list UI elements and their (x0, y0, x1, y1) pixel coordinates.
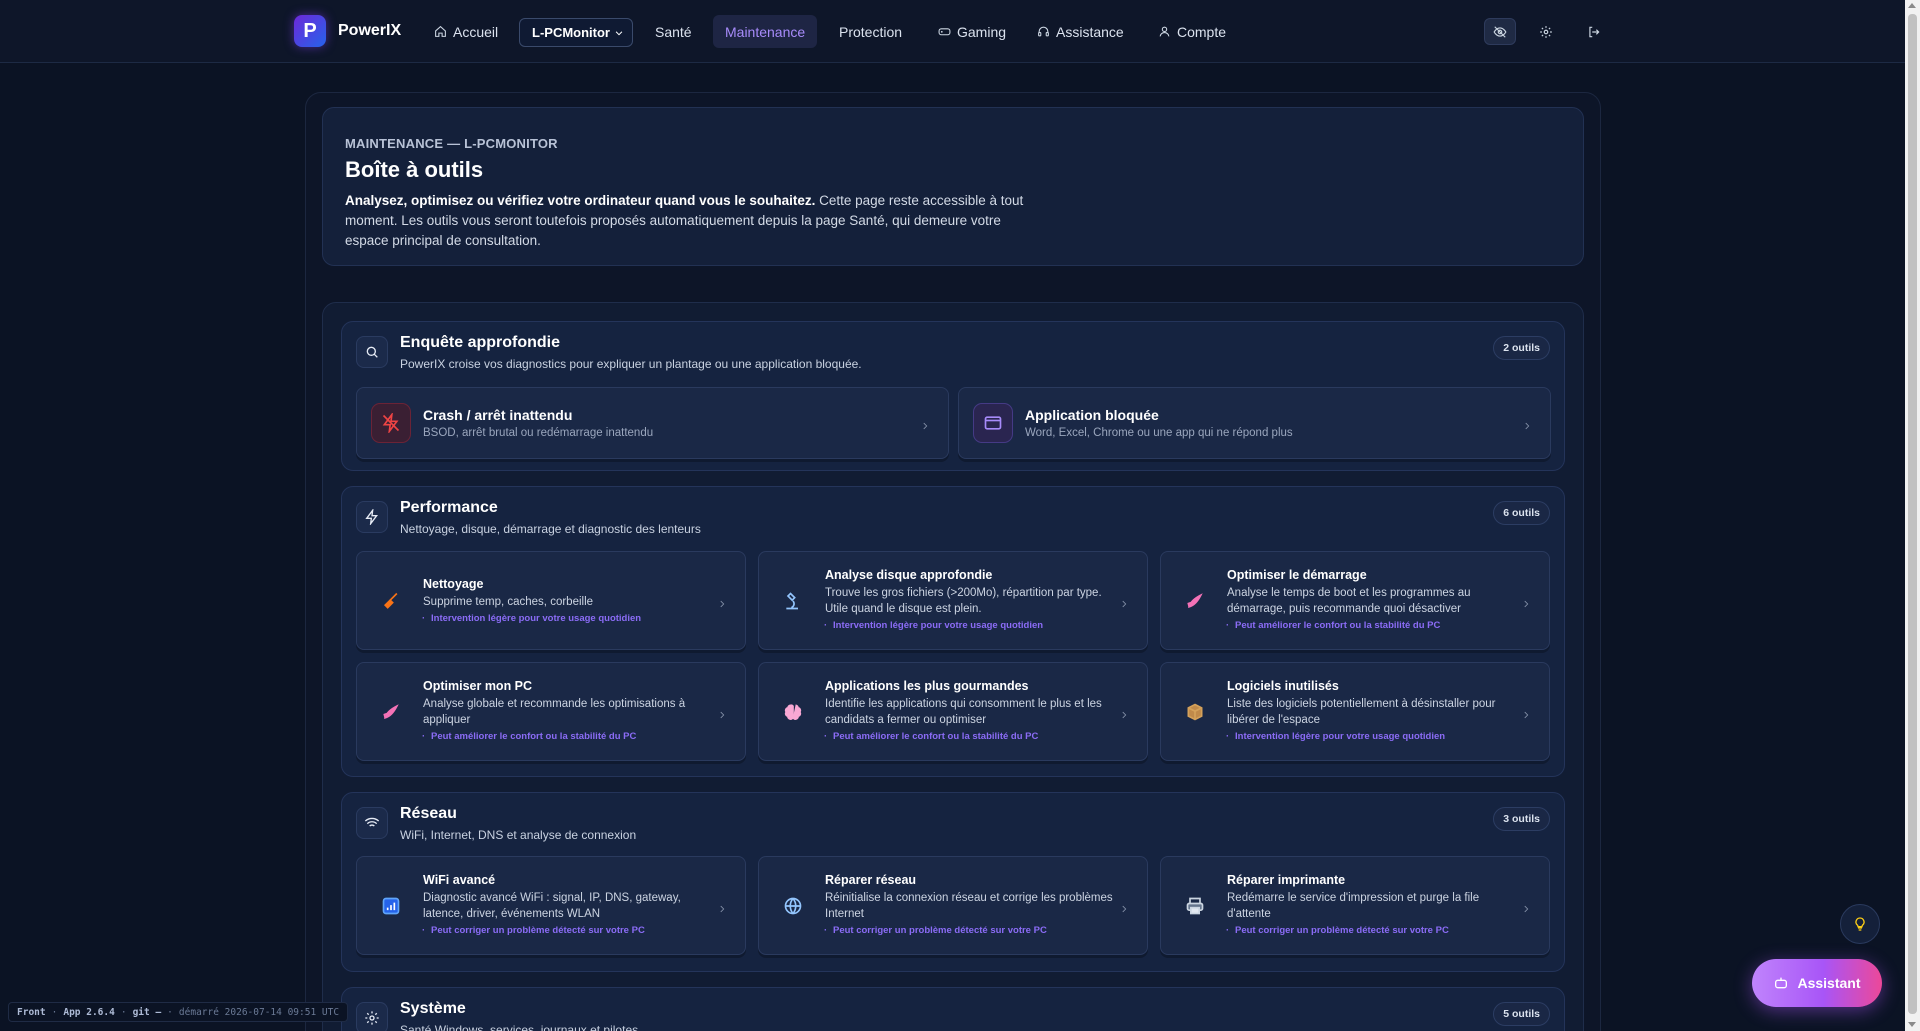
chevron-right-icon (717, 901, 727, 912)
chevron-right-icon (717, 707, 727, 718)
chevron-right-icon (1522, 418, 1532, 430)
section-enquete: Enquête approfondie PowerIX croise vos d… (341, 321, 1565, 471)
section-subtitle: WiFi, Internet, DNS et analyse de connex… (400, 828, 637, 842)
chevron-right-icon (920, 418, 930, 430)
top-nav: P PowerIX Accueil L-PCMonitor Santé Main… (0, 0, 1905, 63)
chevron-right-icon (717, 596, 727, 607)
section-subtitle: PowerIX croise vos diagnostics pour expl… (400, 357, 862, 371)
nav-gaming[interactable]: Gaming (926, 15, 1018, 48)
gear-icon (356, 1002, 388, 1031)
section-title: Système (400, 1000, 466, 1017)
card-app-bloquee[interactable]: Application bloquée Word, Excel, Chrome … (958, 387, 1551, 459)
nav-compte[interactable]: Compte (1146, 15, 1238, 48)
tool-count-badge: 3 outils (1493, 807, 1550, 831)
chevron-right-icon (1521, 707, 1531, 718)
chevron-down-icon (615, 31, 623, 36)
tool-count-badge: 5 outils (1493, 1002, 1550, 1026)
scrollbar-thumb[interactable] (1908, 14, 1917, 1014)
crash-icon (371, 403, 411, 443)
chevron-right-icon (1521, 901, 1531, 912)
scroll-up-icon[interactable] (1908, 3, 1916, 8)
section-title: Performance (400, 499, 498, 516)
pc-select[interactable]: L-PCMonitor (519, 18, 633, 47)
gamepad-icon (938, 28, 951, 36)
build-info: Front · App 2.6.4 · git — · démarré 2026-07-14… (8, 1002, 349, 1022)
assistant-button[interactable]: Assistant (1752, 959, 1882, 1007)
globe-icon (773, 886, 813, 926)
lightbulb-icon (1855, 917, 1865, 931)
card-analyse-disque[interactable]: Analyse disque approfondie Trouve les gr… (758, 551, 1148, 650)
eye-off-icon (1493, 25, 1507, 38)
section-reseau: Réseau WiFi, Internet, DNS et analyse de… (341, 792, 1565, 972)
broom-icon (371, 581, 411, 621)
rocket-icon (1175, 581, 1215, 621)
section-subtitle: Nettoyage, disque, démarrage et diagnost… (400, 522, 701, 536)
nav-protection[interactable]: Protection (827, 15, 914, 48)
logout-button[interactable] (1578, 18, 1610, 45)
microscope-icon (773, 581, 813, 621)
rocket-icon (371, 692, 411, 732)
brand[interactable]: P PowerIX (294, 15, 401, 47)
card-crash[interactable]: Crash / arrêt inattendu BSOD, arrêt brut… (356, 387, 949, 459)
user-icon (1159, 26, 1170, 37)
card-wifi-avance[interactable]: WiFi avancé Diagnostic avancé WiFi : sig… (356, 856, 746, 955)
card-optimiser-demarrage[interactable]: Optimiser le démarrage Analyse le temps … (1160, 551, 1550, 650)
card-reparer-reseau[interactable]: Réparer réseau Réinitialise la connexion… (758, 856, 1148, 955)
settings-button[interactable] (1530, 18, 1562, 45)
brain-icon (773, 692, 813, 732)
section-title: Enquête approfondie (400, 334, 560, 351)
brand-name: PowerIX (338, 22, 402, 39)
search-icon (356, 336, 388, 368)
signal-bars-icon (371, 886, 411, 926)
card-optimiser-pc[interactable]: Optimiser mon PC Analyse globale et reco… (356, 662, 746, 761)
hero-panel: MAINTENANCE — L-PCMONITOR Boîte à outils… (322, 107, 1584, 266)
card-reparer-imprimante[interactable]: Réparer imprimante Redémarre le service … (1160, 856, 1550, 955)
wifi-icon (356, 807, 388, 839)
tool-count-badge: 2 outils (1493, 336, 1550, 360)
lightning-icon (356, 501, 388, 533)
hero-eyebrow: MAINTENANCE — L-PCMONITOR (345, 136, 558, 151)
chevron-right-icon (1521, 596, 1531, 607)
scroll-down-icon[interactable] (1908, 1022, 1916, 1027)
chevron-right-icon (1119, 596, 1129, 607)
nav-maintenance[interactable]: Maintenance (713, 15, 818, 48)
section-systeme: Système Santé Windows, services, journau… (341, 987, 1565, 1031)
robot-icon (1775, 977, 1788, 989)
section-performance: Performance Nettoyage, disque, démarrage… (341, 486, 1565, 777)
card-logiciels-inutilises[interactable]: Logiciels inutilisés Liste des logiciels… (1160, 662, 1550, 761)
brand-logo-icon: P (294, 15, 326, 47)
window-icon (973, 403, 1013, 443)
chevron-right-icon (1119, 707, 1129, 718)
headset-icon (1038, 26, 1049, 37)
tool-count-badge: 6 outils (1493, 501, 1550, 525)
scrollbar[interactable] (1905, 0, 1920, 1031)
package-icon (1175, 692, 1215, 732)
card-applications-gourmandes[interactable]: Applications les plus gourmandes Identif… (758, 662, 1148, 761)
hero-description: Analysez, optimisez ou vérifiez votre or… (345, 193, 1024, 248)
nav-sante[interactable]: Santé (643, 15, 704, 48)
privacy-toggle-button[interactable] (1484, 18, 1516, 45)
gear-icon (1540, 25, 1552, 38)
logout-icon (1589, 26, 1600, 37)
card-nettoyage[interactable]: Nettoyage Supprime temp, caches, corbeil… (356, 551, 746, 650)
page-title: Boîte à outils (345, 157, 484, 182)
printer-icon (1175, 886, 1215, 926)
section-title: Réseau (400, 805, 457, 822)
nav-accueil[interactable]: Accueil (422, 15, 510, 48)
home-icon (435, 25, 446, 37)
nav-assistance[interactable]: Assistance (1025, 15, 1136, 48)
section-subtitle: Santé Windows, services, journaux et pil… (400, 1023, 639, 1031)
tips-button[interactable] (1840, 904, 1880, 944)
chevron-right-icon (1119, 901, 1129, 912)
